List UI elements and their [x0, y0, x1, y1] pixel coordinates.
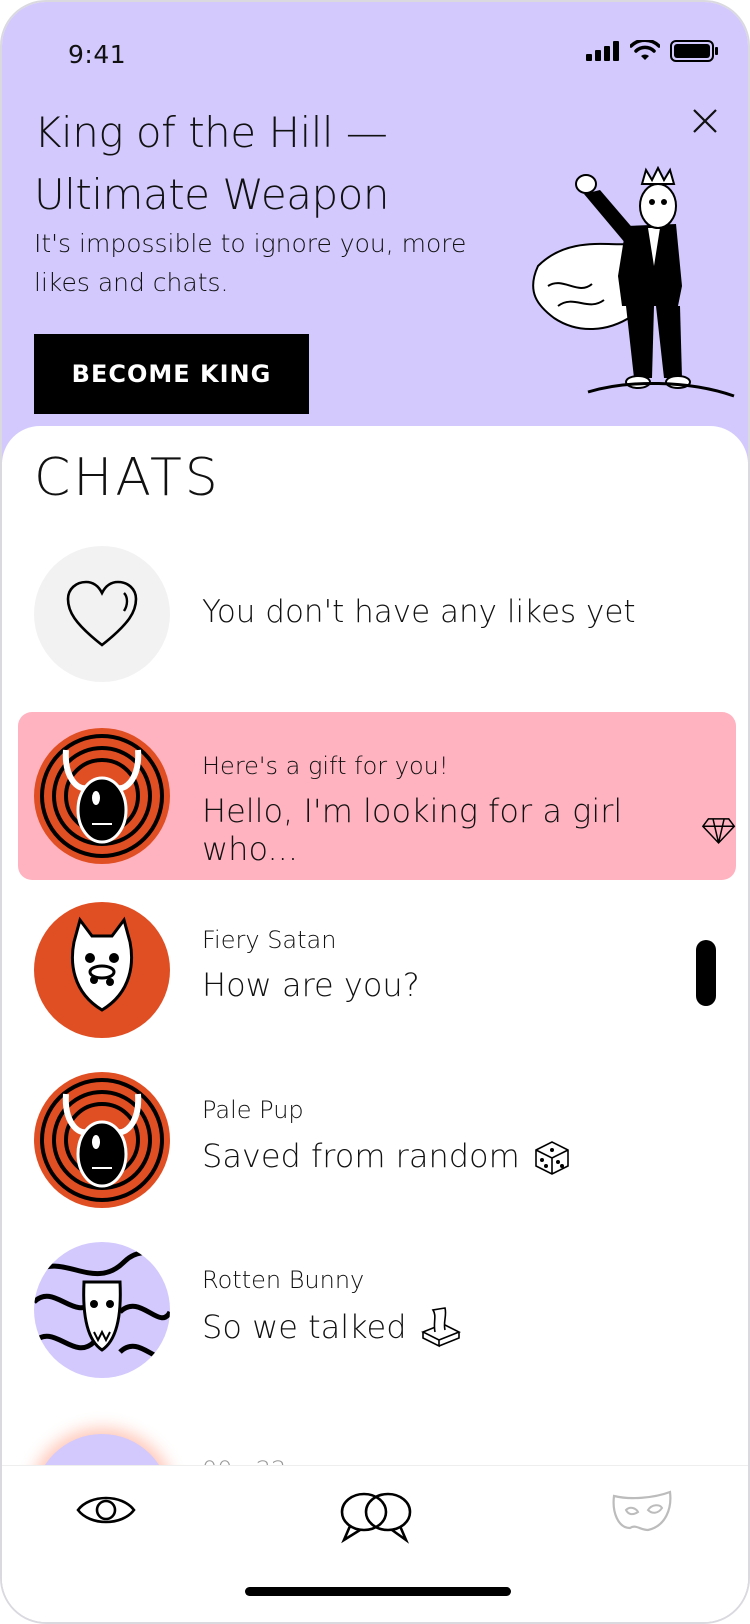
- signal-icon: [586, 41, 619, 61]
- likes-empty-text: You don't have any likes yet: [202, 594, 636, 630]
- promo-title: King of the Hill — Ultimate Weapon: [34, 108, 389, 219]
- chat-name: Pale Pup: [202, 1096, 304, 1124]
- likes-avatar: [34, 546, 170, 682]
- status-time: 9:41: [68, 40, 127, 69]
- chat-message: Hello, I'm looking for a girl who...: [202, 792, 736, 868]
- battery-icon: [670, 40, 718, 62]
- eye-icon[interactable]: [76, 1490, 136, 1530]
- become-king-button[interactable]: BECOME KING: [34, 334, 309, 414]
- close-icon[interactable]: [690, 106, 720, 136]
- chat-name: Fiery Satan: [202, 926, 337, 954]
- chat-message: Saved from random: [202, 1136, 572, 1176]
- mask-icon[interactable]: [610, 1490, 674, 1534]
- chat-item-gift[interactable]: Here's a gift for you! Hello, I'm lookin…: [18, 712, 736, 880]
- chat-message-text: Hello, I'm looking for a girl who...: [202, 792, 623, 868]
- chat-item-pale-pup[interactable]: Pale Pup Saved from random: [2, 1056, 748, 1224]
- chat-item-fiery-satan[interactable]: Fiery Satan How are you?: [2, 886, 748, 1054]
- wifi-icon: [630, 40, 660, 60]
- chat-message-text: How are you?: [202, 966, 420, 1004]
- chat-item-rotten-bunny[interactable]: Rotten Bunny So we talked: [2, 1226, 748, 1394]
- chat-message-text: Saved from random: [202, 1137, 520, 1175]
- tab-bar: [2, 1465, 748, 1622]
- promo-banner: 9:41 King of the Hill — Ultimate Weapon …: [2, 2, 748, 462]
- status-bar: 9:41: [2, 36, 748, 76]
- heart-icon: [66, 580, 138, 647]
- home-indicator[interactable]: [245, 1587, 511, 1596]
- chat-message: How are you?: [202, 966, 420, 1004]
- chat-name: Here's a gift for you!: [202, 752, 449, 780]
- chat-name: Rotten Bunny: [202, 1266, 365, 1294]
- avatar: [34, 1242, 170, 1378]
- avatar: [34, 728, 170, 864]
- chat-bubbles-icon[interactable]: [338, 1490, 414, 1546]
- chat-message: So we talked: [202, 1306, 463, 1348]
- dice-icon: [534, 1141, 569, 1175]
- diamond-icon: [701, 818, 736, 845]
- tissue-box-icon: [420, 1307, 461, 1348]
- avatar: [34, 902, 170, 1038]
- chats-title: CHATS: [34, 448, 221, 508]
- phone-screen: 9:41 King of the Hill — Ultimate Weapon …: [0, 0, 750, 1624]
- scroll-handle[interactable]: [696, 940, 716, 1006]
- promo-description: It's impossible to ignore you, more like…: [34, 229, 467, 297]
- likes-row[interactable]: You don't have any likes yet: [2, 546, 748, 682]
- status-icons: [586, 40, 718, 62]
- avatar: [34, 1072, 170, 1208]
- king-character-illustration: [532, 166, 735, 398]
- chat-message-text: So we talked: [202, 1308, 407, 1346]
